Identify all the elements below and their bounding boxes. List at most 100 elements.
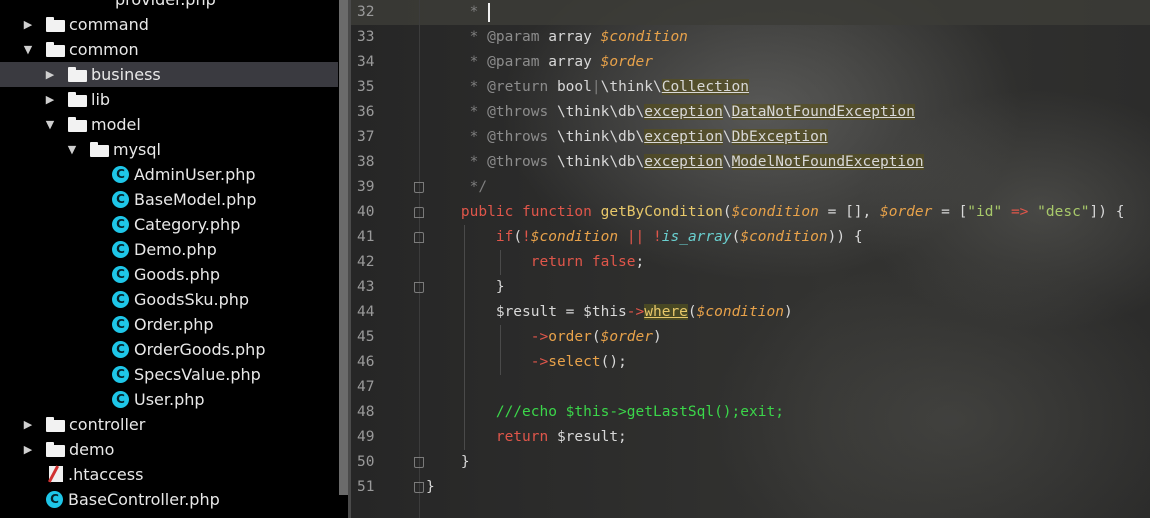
code-token: $result = $this [426, 304, 627, 320]
tree-item-demo[interactable]: ▶ demo [0, 437, 338, 462]
code-token: */ [426, 179, 488, 195]
tree-item-lib[interactable]: ▶ lib [0, 87, 338, 112]
code-token: if [426, 229, 514, 245]
tree-item-model[interactable]: ▼ model [0, 112, 338, 137]
tree-item-htaccess[interactable]: .htaccess [0, 462, 338, 487]
tree-item-label: model [91, 115, 141, 134]
code-line[interactable]: 48 ///echo $this->getLastSql();exit; [351, 400, 1150, 425]
code-line[interactable]: 39 */ [351, 175, 1150, 200]
code-line[interactable]: 40 public function getByCondition($condi… [351, 200, 1150, 225]
tree-item-order-php[interactable]: C Order.php [0, 312, 338, 337]
tree-item-goods-php[interactable]: C Goods.php [0, 262, 338, 287]
code-token: \ [722, 129, 732, 145]
fold-marker-icon[interactable] [414, 282, 424, 293]
fold-marker-icon[interactable] [414, 232, 424, 243]
folder-icon [68, 116, 87, 132]
code-line[interactable]: 36 * @throws \think\db\exception\DataNot… [351, 100, 1150, 125]
tree-item-business[interactable]: ▶ business [0, 62, 338, 87]
code-token: $condition [696, 304, 784, 320]
fold-marker-icon[interactable] [414, 207, 424, 218]
tree-item-specsvalue-php[interactable]: C SpecsValue.php [0, 362, 338, 387]
code-token: * [426, 104, 488, 120]
code-line[interactable]: 42 return false; [351, 250, 1150, 275]
tree-item-label: provider.php [115, 0, 216, 12]
tree-item-controller[interactable]: ▶ controller [0, 412, 338, 437]
line-number: 48 [357, 404, 375, 420]
line-number: 46 [357, 354, 375, 370]
tree-item-label: OrderGoods.php [134, 340, 266, 359]
code-text: ///echo $this->getLastSql();exit; [426, 400, 784, 425]
tree-scrollbar[interactable] [339, 0, 348, 495]
tree-item-command[interactable]: ▶ command [0, 12, 338, 37]
tree-item-basemodel-php[interactable]: C BaseModel.php [0, 187, 338, 212]
code-line[interactable]: 33 * @param array $condition [351, 25, 1150, 50]
tree-item-user-php[interactable]: C User.php [0, 387, 338, 412]
collapse-arrow-icon[interactable]: ▶ [43, 62, 57, 87]
tree-item-adminuser-php[interactable]: C AdminUser.php [0, 162, 338, 187]
code-token: -> [426, 329, 549, 345]
code-line[interactable]: 37 * @throws \think\db\exception\DbExcep… [351, 125, 1150, 150]
php-class-icon: C [112, 341, 129, 358]
fold-marker-icon[interactable] [414, 457, 424, 468]
php-class-icon: C [112, 366, 129, 383]
expand-arrow-icon[interactable]: ▼ [65, 137, 79, 162]
php-class-icon: C [112, 191, 129, 208]
tree-item-label: Order.php [134, 315, 214, 334]
tree-item-common[interactable]: ▼ common [0, 37, 338, 62]
code-token: $condition [600, 29, 688, 45]
code-text: */ [426, 175, 487, 200]
code-token: getByCondition [600, 204, 723, 220]
expand-arrow-icon[interactable]: ▼ [43, 112, 57, 137]
code-token: @param [487, 54, 540, 70]
folder-icon [68, 66, 87, 82]
tree-item-provider-php[interactable]: PHPprovider.php [0, 0, 338, 12]
tree-item-ordergoods-php[interactable]: C OrderGoods.php [0, 337, 338, 362]
code-line[interactable]: 47 [351, 375, 1150, 400]
line-number: 41 [357, 229, 375, 245]
php-class-icon: C [112, 216, 129, 233]
tree-item-category-php[interactable]: C Category.php [0, 212, 338, 237]
collapse-arrow-icon[interactable]: ▶ [21, 412, 35, 437]
code-token: * [426, 129, 488, 145]
collapse-arrow-icon[interactable]: ▶ [43, 87, 57, 112]
tree-item-demo-php[interactable]: C Demo.php [0, 237, 338, 262]
collapse-arrow-icon[interactable]: ▶ [21, 12, 35, 37]
code-line[interactable]: 43 } [351, 275, 1150, 300]
tree-item-label: BaseController.php [68, 490, 220, 509]
code-line[interactable]: 35 * @return bool|\think\Collection [351, 75, 1150, 100]
tree-item-basecontroller-php[interactable]: C BaseController.php [0, 487, 338, 512]
collapse-arrow-icon[interactable]: ▶ [21, 437, 35, 462]
code-text: public function getByCondition($conditio… [426, 200, 1125, 225]
code-editor[interactable]: 32 * 33 * @param array $condition 34 * @p… [351, 0, 1150, 518]
fold-marker-icon[interactable] [414, 482, 424, 493]
code-line[interactable]: 38 * @throws \think\db\exception\ModelNo… [351, 150, 1150, 175]
code-token: @throws [487, 154, 549, 170]
code-line[interactable]: 34 * @param array $order [351, 50, 1150, 75]
tree-item-label: SpecsValue.php [134, 365, 261, 384]
line-number: 38 [357, 154, 375, 170]
tree-item-mysql[interactable]: ▼ mysql [0, 137, 338, 162]
code-line[interactable]: 45 ->order($order) [351, 325, 1150, 350]
code-line[interactable]: 46 ->select(); [351, 350, 1150, 375]
php-class-icon: C [46, 491, 63, 508]
expand-arrow-icon[interactable]: ▼ [21, 37, 35, 62]
tree-item-goodssku-php[interactable]: C GoodsSku.php [0, 287, 338, 312]
code-token: @throws [487, 129, 549, 145]
code-token: $condition [530, 229, 619, 245]
code-line[interactable]: 41 if(!$condition || !is_array($conditio… [351, 225, 1150, 250]
folder-icon [46, 416, 65, 432]
code-token: is_array [661, 229, 732, 245]
fold-marker-icon[interactable] [414, 182, 424, 193]
code-line[interactable]: 32 * [351, 0, 1150, 25]
htaccess-file-icon [49, 466, 63, 482]
tree-item-label: Demo.php [134, 240, 217, 259]
code-text: ->select(); [426, 350, 627, 375]
code-token: \think\ [600, 79, 662, 95]
code-token: array [539, 54, 601, 70]
code-line[interactable]: 51} [351, 475, 1150, 500]
project-tree[interactable]: PHPprovider.php▶command▼common▶business▶… [0, 0, 338, 518]
code-line[interactable]: 44 $result = $this->where($condition) [351, 300, 1150, 325]
code-line[interactable]: 49 return $result; [351, 425, 1150, 450]
code-line[interactable]: 50 } [351, 450, 1150, 475]
